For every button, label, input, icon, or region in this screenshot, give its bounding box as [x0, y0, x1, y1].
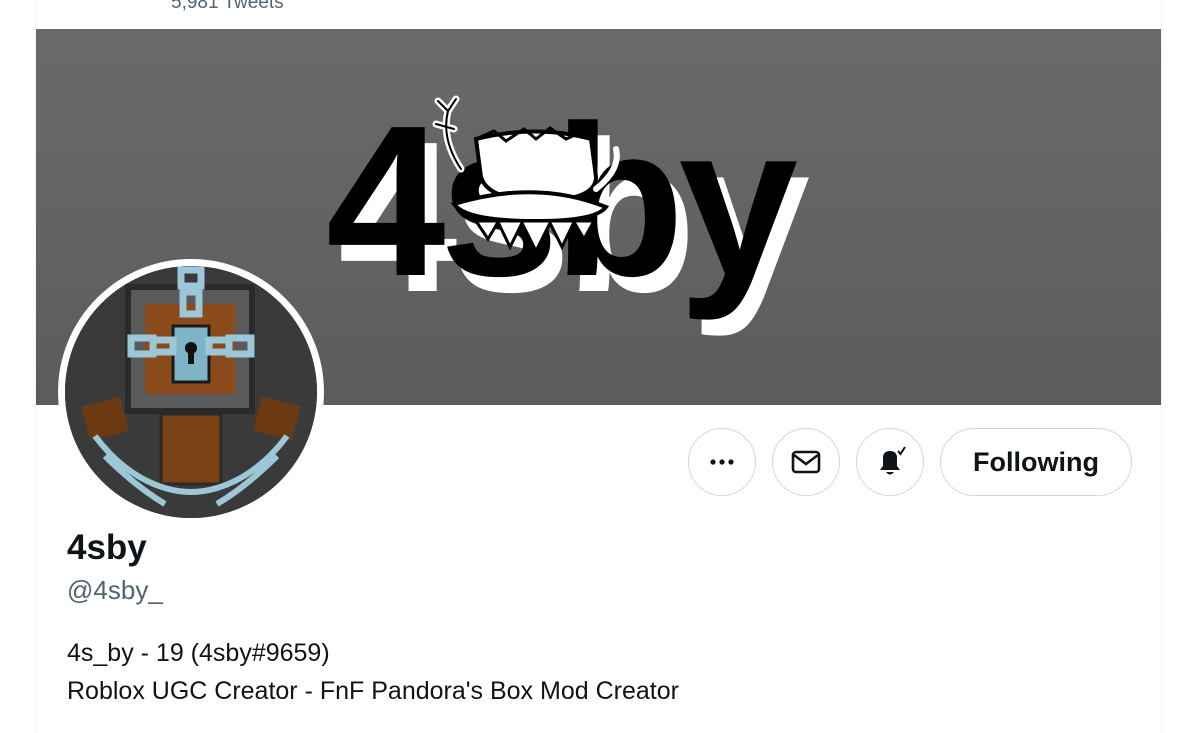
- envelope-icon: [791, 450, 821, 474]
- more-button[interactable]: [688, 428, 757, 496]
- more-horizontal-icon: [710, 459, 734, 465]
- tweet-count: 5,981 Tweets: [171, 0, 284, 13]
- profile-actions: Following: [688, 428, 1132, 496]
- following-button[interactable]: Following: [940, 428, 1132, 496]
- profile-bio: 4s_by - 19 (4sby#9659) Roblox UGC Creato…: [67, 634, 679, 710]
- display-name: 4sby: [67, 528, 147, 567]
- bio-line: Roblox UGC Creator - FnF Pandora's Box M…: [67, 677, 679, 705]
- bell-check-icon: [880, 446, 906, 475]
- notifications-button[interactable]: [856, 428, 925, 496]
- bio-line: 4s_by - 19 (4sby#9659): [67, 639, 330, 667]
- profile-avatar[interactable]: [58, 259, 324, 525]
- user-handle: @4sby_: [67, 575, 163, 605]
- chained-box-avatar-image: [65, 266, 317, 518]
- message-button[interactable]: [772, 428, 841, 496]
